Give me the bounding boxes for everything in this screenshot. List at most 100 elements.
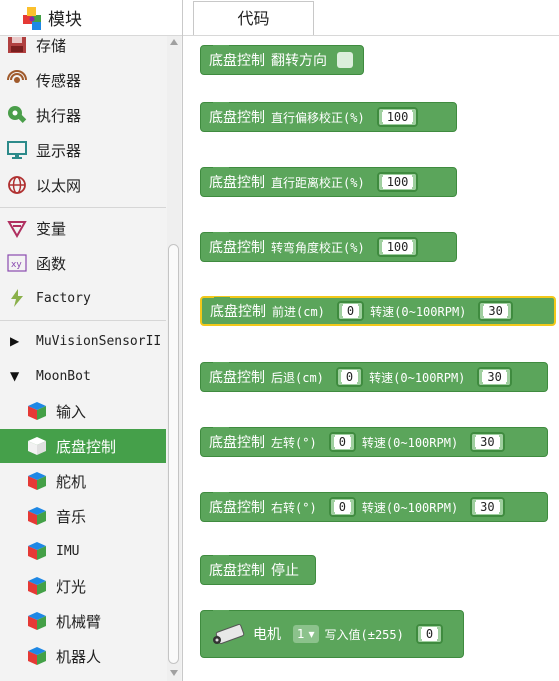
distance-input[interactable]: 0 [336,301,365,321]
block-text: 前进(cm) [272,304,325,319]
value-input[interactable]: 100 [376,237,419,257]
category-label: 变量 [36,219,67,238]
category-label: IMU [56,543,80,559]
block-text: 右转(°) [271,500,317,515]
category-variable[interactable]: 变量 [0,211,166,245]
category-label: 机器人 [56,647,102,666]
category-label: 传感器 [36,71,82,90]
category-moonbot[interactable]: ▼ MoonBot [0,359,166,393]
category-label: 音乐 [56,507,87,526]
block-straight-offset-correction[interactable]: 底盘控制 直行偏移校正(%) 100 [200,102,457,132]
category-ethernet[interactable]: 以太网 [0,168,166,202]
motor-select-value: 1 [297,627,305,641]
cube-icon [26,610,48,632]
category-function[interactable]: xy 函数 [0,246,166,280]
category-label: Factory [36,290,91,306]
category-storage[interactable]: 存储 [0,28,166,62]
speed-input[interactable]: 30 [470,432,505,452]
block-text: 转弯角度校正(%) [271,240,365,255]
value-text: 30 [476,435,499,449]
value-text: 100 [382,175,413,189]
speed-input[interactable]: 30 [470,497,505,517]
scroll-up-arrow-icon[interactable] [170,39,178,45]
block-prefix: 底盘控制 [209,110,265,126]
value-input[interactable]: 100 [376,107,419,127]
function-icon: xy [6,252,28,274]
scrollbar-thumb[interactable] [168,244,179,664]
expanded-triangle-icon: ▼ [10,369,20,383]
sidebar-divider [0,207,166,208]
write-value-label: 写入值(±255) [324,627,404,642]
angle-input[interactable]: 0 [328,497,356,517]
scroll-down-arrow-icon[interactable] [170,670,178,676]
block-text: 直行距离校正(%) [271,175,365,190]
category-label: 舵机 [56,472,87,491]
ethernet-icon [6,174,28,196]
write-value-input[interactable]: 0 [415,624,444,644]
block-prefix: 底盘控制 [209,53,265,69]
speed-input[interactable]: 30 [478,301,513,321]
category-sensor[interactable]: 传感器 [0,63,166,97]
storage-icon [6,34,28,56]
category-label: 执行器 [36,106,82,125]
block-prefix: 底盘控制 [209,370,265,386]
category-actuator[interactable]: 执行器 [0,98,166,132]
block-stop[interactable]: 底盘控制 停止 [200,555,316,585]
motor-select[interactable]: 1 ▾ [293,625,319,643]
speed-label: 转速(0~100RPM) [369,370,466,385]
block-text: 翻转方向 [271,53,327,69]
speed-label: 转速(0~100RPM) [370,304,467,319]
factory-icon [6,287,28,309]
value-text: 0 [334,500,350,514]
category-imu[interactable]: IMU [0,534,166,568]
speed-label: 转速(0~100RPM) [361,435,459,450]
block-turn-right[interactable]: 底盘控制 右转(°) 0 转速(0~100RPM) 30 [200,492,548,522]
block-backward[interactable]: 底盘控制 后退(cm) 0 转速(0~100RPM) 30 [200,362,548,392]
actuator-icon [6,104,28,126]
category-label: 以太网 [36,176,82,195]
category-label: MuVisionSensorII [36,333,162,349]
block-prefix: 底盘控制 [210,304,266,320]
category-label: 输入 [56,402,87,421]
category-robot-arm[interactable]: 机械臂 [0,604,166,638]
block-flip-direction[interactable]: 底盘控制 翻转方向 [200,45,364,75]
block-prefix: 底盘控制 [209,175,265,191]
value-text: 30 [476,500,499,514]
category-light[interactable]: 灯光 [0,569,166,603]
value-input[interactable]: 100 [376,172,419,192]
distance-input[interactable]: 0 [335,367,364,387]
block-text: 左转(°) [271,435,317,450]
value-text: 0 [421,627,438,641]
flip-direction-checkbox[interactable] [337,52,353,68]
block-text: 停止 [271,563,299,579]
category-servo[interactable]: 舵机 [0,464,166,498]
tab-code[interactable]: 代码 [193,1,314,36]
cube-icon [26,645,48,667]
block-forward[interactable]: 底盘控制 前进(cm) 0 转速(0~100RPM) 30 [200,296,556,326]
category-muvisionsensor[interactable]: ▶ MuVisionSensorII [0,324,166,358]
category-input[interactable]: 输入 [0,394,166,428]
category-label: 函数 [36,254,67,273]
block-turn-left[interactable]: 底盘控制 左转(°) 0 转速(0~100RPM) 30 [200,427,548,457]
category-label: 存储 [36,36,67,55]
block-prefix: 底盘控制 [209,563,265,579]
block-text: 直行偏移校正(%) [271,110,365,125]
category-display[interactable]: 显示器 [0,133,166,167]
category-factory[interactable]: Factory [0,281,166,315]
category-robot[interactable]: 机器人 [0,639,166,673]
category-music[interactable]: 音乐 [0,499,166,533]
category-label: 显示器 [36,141,82,160]
value-text: 100 [382,240,413,254]
category-chassis-control[interactable]: 底盘控制 [0,429,166,463]
value-text: 0 [334,435,350,449]
sidebar-divider [0,320,166,321]
collapsed-triangle-icon: ▶ [10,334,20,348]
block-prefix: 底盘控制 [209,240,265,256]
block-turn-angle-correction[interactable]: 底盘控制 转弯角度校正(%) 100 [200,232,457,262]
angle-input[interactable]: 0 [328,432,356,452]
block-motor-write[interactable]: 电机 1 ▾ 写入值(±255) 0 [200,610,464,658]
speed-input[interactable]: 30 [477,367,512,387]
block-straight-distance-correction[interactable]: 底盘控制 直行距离校正(%) 100 [200,167,457,197]
cube-icon [26,540,48,562]
category-label: MoonBot [36,368,91,384]
